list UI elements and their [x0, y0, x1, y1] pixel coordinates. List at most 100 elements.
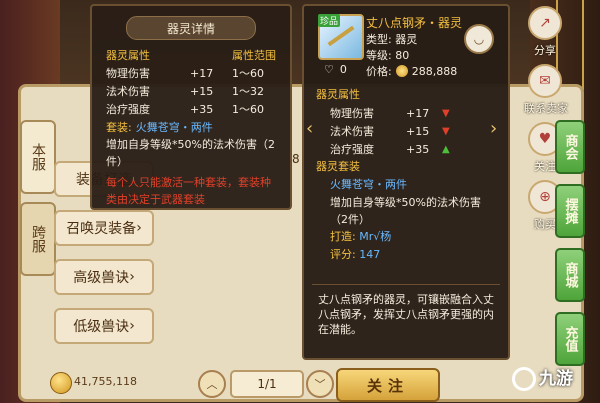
hanging-rope: [582, 0, 584, 90]
detail-body: 器灵属性 物理伤害 +17 ▼ 法术伤害 +15 ▼ 治疗强度 +35 ▲ 器灵…: [316, 86, 496, 264]
attr-value: +15: [406, 124, 430, 138]
suit-name: 火舞苍穹・两件: [135, 121, 213, 134]
arrow-down-icon: ▼: [442, 125, 450, 137]
chevron-right-icon: ›: [136, 220, 142, 236]
score: 评分: 147: [316, 246, 496, 264]
tab-cross-server[interactable]: 跨服: [20, 202, 56, 276]
score-value: 147: [359, 248, 381, 261]
attr-name: 法术伤害: [106, 85, 150, 98]
contact-seller-label: 联系卖家: [524, 102, 568, 115]
tooltip-suit: 套装: 火舞苍穹・两件: [92, 118, 290, 136]
attr-row: 物理伤害 +17 ▼: [316, 104, 496, 122]
attr-section-title: 器灵属性: [316, 88, 360, 101]
category-label: 召唤灵装备: [66, 221, 137, 237]
item-icon: 珍品: [318, 14, 364, 60]
attr-value: +15: [190, 84, 214, 98]
arrow-down-icon: ▼: [442, 107, 450, 119]
attr-value: +17: [190, 66, 214, 80]
coin-icon: [50, 372, 72, 394]
chevron-left-icon[interactable]: ‹: [306, 118, 313, 139]
likes-count: 0: [339, 63, 347, 76]
attr-name: 物理伤害: [330, 107, 374, 120]
suit-warning: 每个人只能激活一种套装，套装种类由决定于武器套装: [106, 176, 271, 206]
category-label: 高级兽诀: [73, 270, 130, 286]
share-label: 分享: [534, 44, 556, 57]
maker-value: Mr√杨: [359, 230, 392, 243]
bottom-bar: 41,755,118 ︿ 1/1 ﹀ 关注: [40, 366, 570, 402]
heart-outline-icon: ♡: [324, 63, 334, 76]
item-level: 等级: 80: [366, 49, 410, 62]
tooltip-attr-header: 器灵属性 属性范围: [92, 46, 290, 64]
share-button[interactable]: ↗: [528, 6, 562, 40]
left-tab-group: 本服 跨服: [20, 120, 56, 284]
coin-balance: 41,755,118: [74, 375, 137, 388]
divider: [312, 284, 500, 285]
tab-recharge[interactable]: 充值: [555, 312, 585, 366]
coin-icon: [395, 65, 408, 77]
attr-value: +35: [190, 102, 214, 116]
category-summon-equipment[interactable]: 召唤灵装备 ›: [54, 210, 154, 246]
suit-label: 套装:: [106, 121, 132, 134]
attr-name: 法术伤害: [330, 125, 374, 138]
maker: 打造: Mr√杨: [316, 228, 496, 246]
item-name: 丈八点钢矛・器灵: [366, 16, 463, 30]
follow-button[interactable]: 关注: [336, 368, 440, 402]
item-detail-panel: 珍品 丈八点钢矛・器灵 类型: 器灵 等级: 80 ◡ ♡ 0 价格: 288,…: [302, 4, 510, 360]
chevron-right-icon[interactable]: ›: [490, 118, 497, 139]
category-advanced-skills[interactable]: 高级兽诀 ›: [54, 259, 154, 295]
chevron-down-icon: ﹀: [314, 378, 326, 391]
tooltip-title: 器灵详情: [126, 16, 256, 40]
price-value: 288,888: [411, 64, 458, 78]
suit-name: 火舞苍穹・两件: [330, 178, 407, 191]
rarity-badge: 珍品: [318, 14, 341, 27]
range-header-label: 属性范围: [232, 49, 276, 62]
watermark: 九游: [512, 364, 573, 391]
tooltip-attr-row: 治疗强度 +35 1～60: [92, 100, 290, 118]
tab-mall[interactable]: 商城: [555, 248, 585, 302]
attr-name: 治疗强度: [106, 103, 150, 116]
score-label: 评分:: [330, 248, 356, 261]
chevron-right-icon: ›: [129, 318, 135, 334]
tab-local-server[interactable]: 本服: [20, 120, 56, 194]
maker-label: 打造:: [330, 230, 356, 243]
chevron-up-icon: ︿: [206, 378, 218, 391]
tab-guild-shop[interactable]: 商会: [555, 120, 585, 174]
tab-stall[interactable]: 摆摊: [555, 184, 585, 238]
category-basic-skills[interactable]: 低级兽诀 ›: [54, 308, 154, 344]
attr-name: 治疗强度: [330, 143, 374, 156]
spirit-detail-tooltip: 器灵详情 器灵属性 属性范围 物理伤害 +17 1～60 法术伤害 +15 1～…: [90, 4, 292, 210]
attr-range: 1～60: [232, 67, 264, 80]
partial-count: 8: [292, 152, 300, 166]
price-label: 价格:: [366, 65, 392, 78]
tooltip-attr-row: 法术伤害 +15 1～32: [92, 82, 290, 100]
logo-icon: [512, 367, 536, 391]
item-type: 类型: 器灵: [366, 33, 418, 46]
attr-value: +35: [406, 142, 430, 156]
suit-effect: 增加自身等级*50%的法术伤害（2件）: [106, 138, 275, 168]
price: 价格: 288,888: [366, 63, 457, 79]
attr-row: 法术伤害 +15 ▼: [316, 122, 496, 140]
attr-header-label: 器灵属性: [106, 49, 150, 62]
shopping-bag-icon: ⊕: [539, 189, 551, 205]
page-indicator: 1/1: [230, 370, 304, 398]
attr-range: 1～60: [232, 103, 264, 116]
suit-effect: 增加自身等级*50%的法术伤害（2件）: [330, 196, 481, 226]
attr-range: 1～32: [232, 85, 264, 98]
suit-section-title: 器灵套装: [316, 160, 360, 173]
attr-name: 物理伤害: [106, 67, 150, 80]
category-label: 低级兽诀: [73, 319, 130, 335]
item-description: 丈八点钢矛的器灵，可镶嵌融合入丈八点钢矛，发挥丈八点钢矛更强的内在潜能。: [318, 293, 494, 336]
side-tab-group: 商会 摆摊 商城 充值: [555, 120, 585, 376]
likes: ♡ 0: [324, 63, 347, 76]
page-next-button[interactable]: ﹀: [306, 370, 334, 398]
heart-icon: ♥: [538, 131, 552, 147]
page-prev-button[interactable]: ︿: [198, 370, 226, 398]
spear-icon: [327, 25, 355, 47]
tooltip-attr-row: 物理伤害 +17 1～60: [92, 64, 290, 82]
attr-value: +17: [406, 106, 430, 120]
chevron-right-icon: ›: [129, 269, 135, 285]
share-icon: ↗: [539, 15, 551, 31]
arrow-up-icon: ▲: [442, 143, 450, 155]
contact-seller-button[interactable]: ✉: [528, 64, 562, 98]
lips-icon[interactable]: ◡: [464, 24, 494, 54]
